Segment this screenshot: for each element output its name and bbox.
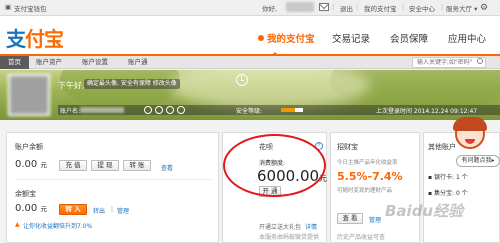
yuebao-promo-link[interactable]: 让你化收益翻倍升到7.0% <box>23 221 92 230</box>
avatar-tip[interactable]: 确定最头像, 安全有保障 修改头像 <box>84 79 180 89</box>
mail-icon[interactable] <box>319 3 329 11</box>
tab-settings[interactable]: 账户设置 <box>74 56 116 69</box>
yuebao-title: 余额宝 <box>15 190 36 198</box>
points-row[interactable]: ▪ 集分宝: 0 个 <box>428 188 468 197</box>
gear-icon[interactable]: ⚙ <box>479 3 489 13</box>
zhaocaibao-desc: 今日主推产品年化收益率 <box>337 160 398 166</box>
baidu-watermark: Baidu经验 <box>385 202 464 220</box>
balance-view-link[interactable]: 查看 <box>161 163 173 172</box>
transfer-in-button[interactable]: 转 入 <box>59 204 87 215</box>
alarm-clock-icon[interactable] <box>236 74 248 86</box>
nav-member-protection[interactable]: 会员保障 <box>390 31 428 45</box>
customer-service-mascot[interactable] <box>450 115 490 155</box>
highlight-circle <box>223 134 326 197</box>
service-hall-link[interactable]: 服务大厅 ▾ <box>446 3 477 13</box>
wallet-link[interactable]: 支付宝钱包 <box>14 3 47 13</box>
withdraw-button[interactable]: 提 现 <box>91 160 119 171</box>
search-icon[interactable] <box>477 58 483 64</box>
transfer-button[interactable]: 转 账 <box>123 160 151 171</box>
huabei-detail-link[interactable]: 详情 <box>305 222 317 231</box>
search-input[interactable] <box>412 57 486 68</box>
my-alipay-link[interactable]: 我的支付宝 <box>364 3 397 13</box>
security-level-bar <box>281 108 303 112</box>
account-name-label: 账户名: <box>60 108 81 115</box>
zhaocaibao-history: 历史产品收益可查 <box>337 234 386 241</box>
tab-home[interactable]: 首页 <box>0 56 29 69</box>
nav-my-alipay[interactable]: 我的支付宝 <box>258 31 315 45</box>
blurred-username <box>286 2 314 12</box>
mobile-icon[interactable] <box>155 106 163 114</box>
zhaocaibao-rate: 5.5%-7.4% <box>337 170 403 183</box>
yuebao-amount: 0.00 元 <box>15 203 47 214</box>
email-icon[interactable] <box>166 106 174 114</box>
tab-account-link[interactable]: 账户通 <box>120 56 156 69</box>
zhaocaibao-manage-link[interactable]: 管理 <box>369 215 381 224</box>
sub-tabs: 首页 账户资产 账户设置 账户通 <box>0 56 500 69</box>
balance-amount: 0.00 元 <box>15 159 47 170</box>
main-header: 支付宝 我的支付宝 交易记录 会员保障 应用中心 <box>0 16 500 56</box>
help-bubble[interactable]: 有问题点我▸ <box>456 155 500 167</box>
yuebao-manage-link[interactable]: 管理 <box>117 206 129 215</box>
blurred-account-name <box>80 107 124 113</box>
bank-card-row[interactable]: ▪ 银行卡: 1 个 <box>428 172 468 181</box>
zhaocaibao-title: 招财宝 <box>337 143 358 151</box>
profile-banner: 下午好, 确定最头像, 安全有保障 修改头像 账户名: 安全等级: 上次登录时间… <box>0 70 500 120</box>
logout-link[interactable]: 退出 <box>340 3 353 13</box>
account-info-line: 账户名: 安全等级: 上次登录时间 2014.12.24 09:12:47 <box>58 105 500 115</box>
zhaocaibao-sub: 可随时变现的理财产品 <box>337 188 393 194</box>
recharge-button[interactable]: 充 值 <box>59 160 87 171</box>
huabei-gift-text: 开通立送大礼包 <box>259 224 302 231</box>
security-center-link[interactable]: 安全中心 <box>409 3 435 13</box>
huabei-provider-note: 本服务由蚂蚁微贷提供 <box>259 234 320 241</box>
alipay-logo[interactable]: 支付宝 <box>6 23 64 52</box>
top-utility-bar: ▣ 支付宝钱包 你好, | 退出 | 我的支付宝 | 安全中心 | 服务大厅 ▾… <box>0 0 500 16</box>
yuebao-promo-icon: ▲ <box>15 221 20 228</box>
balance-title: 账户余额 <box>15 143 43 151</box>
security-level-label: 安全等级: <box>236 108 263 115</box>
tab-assets[interactable]: 账户资产 <box>28 56 70 69</box>
last-login-time: 上次登录时间 2014.12.24 09:12:47 <box>376 108 478 115</box>
greeting-title: 下午好, <box>58 81 85 90</box>
transfer-out-link[interactable]: 转出 <box>93 206 105 215</box>
nav-app-center[interactable]: 应用中心 <box>448 31 486 45</box>
avatar[interactable] <box>8 74 50 116</box>
zhaocaibao-view-button[interactable]: 查 看 <box>337 213 363 224</box>
active-dot-icon <box>258 35 264 41</box>
greeting-text: 你好, <box>262 5 278 13</box>
nav-transactions[interactable]: 交易记录 <box>332 31 370 45</box>
wallet-icon[interactable]: ▣ <box>5 3 11 11</box>
certificate-icon[interactable] <box>177 106 185 114</box>
balance-card: 账户余额 0.00 元 充 值 提 现 转 账 查看 余额宝 0.00 元 转 … <box>6 132 219 243</box>
zhaocaibao-card: 招财宝 今日主推产品年化收益率 5.5%-7.4% 可随时变现的理财产品 查 看… <box>330 132 420 243</box>
identity-icon[interactable] <box>144 106 152 114</box>
